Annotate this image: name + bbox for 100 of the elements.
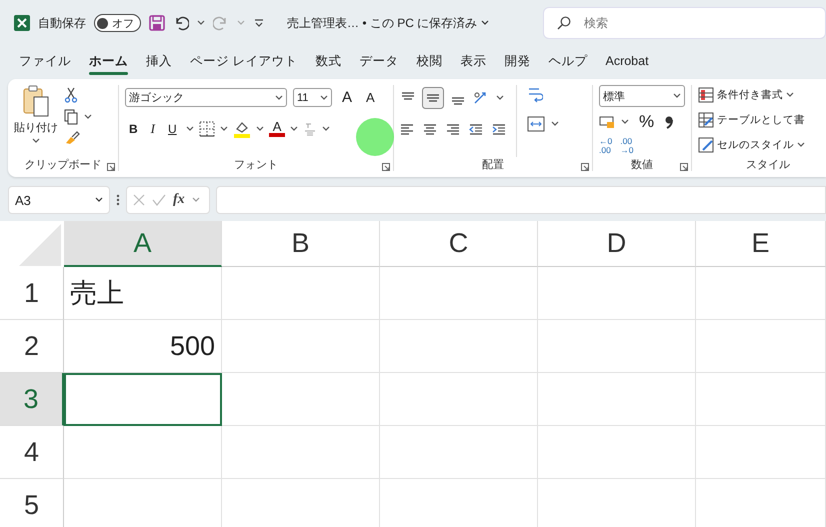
merge-center-icon[interactable]: [527, 116, 545, 132]
clipboard-icon[interactable]: [22, 85, 50, 117]
dialog-launcher-icon[interactable]: [382, 163, 390, 171]
caret-icon[interactable]: [95, 197, 103, 203]
table-cell[interactable]: [380, 479, 538, 527]
grow-font-button[interactable]: A: [338, 89, 356, 106]
increase-indent-icon[interactable]: [492, 122, 506, 136]
table-cell[interactable]: [222, 426, 380, 479]
dialog-launcher-icon[interactable]: [107, 163, 115, 171]
table-cell[interactable]: [538, 267, 696, 320]
document-title[interactable]: 売上管理表… • この PC に保存済み: [287, 14, 478, 32]
table-cell[interactable]: [538, 320, 696, 373]
caret-icon[interactable]: [32, 138, 40, 144]
caret-icon[interactable]: [320, 94, 328, 100]
customize-toolbar-icon[interactable]: [253, 17, 265, 29]
table-cell[interactable]: [696, 267, 826, 320]
table-cell[interactable]: [380, 320, 538, 373]
ribbon-tab[interactable]: ヘルプ: [539, 48, 596, 74]
fill-color-icon[interactable]: [232, 120, 251, 138]
caret-icon[interactable]: [197, 20, 205, 26]
caret-icon[interactable]: [256, 126, 264, 132]
underline-button[interactable]: U: [164, 122, 181, 136]
decrease-decimal-button[interactable]: .00 →0: [620, 137, 634, 155]
number-format-dropdown[interactable]: 標準: [599, 85, 685, 107]
decrease-indent-icon[interactable]: [469, 122, 483, 136]
dialog-launcher-icon[interactable]: [680, 163, 688, 171]
font-size-dropdown[interactable]: 11: [293, 88, 332, 107]
format-as-table-icon[interactable]: [698, 112, 714, 128]
save-icon[interactable]: [149, 15, 165, 31]
caret-icon[interactable]: [621, 119, 629, 125]
caret-icon[interactable]: [275, 94, 283, 100]
table-cell[interactable]: [222, 267, 380, 320]
table-cell[interactable]: [538, 426, 696, 479]
ribbon-tab[interactable]: 校閲: [407, 48, 452, 74]
column-header[interactable]: C: [380, 221, 538, 267]
row-header[interactable]: 4: [0, 426, 64, 479]
caret-icon[interactable]: [186, 126, 194, 132]
name-box[interactable]: A3: [8, 186, 110, 214]
copy-icon[interactable]: [64, 109, 78, 125]
table-cell[interactable]: [64, 426, 222, 479]
align-left-icon[interactable]: [400, 122, 414, 136]
style-menu-button[interactable]: 条件付き書式: [717, 88, 783, 102]
table-cell[interactable]: 500: [64, 320, 222, 373]
table-cell[interactable]: [696, 426, 826, 479]
align-right-icon[interactable]: [446, 122, 460, 136]
dialog-launcher-icon[interactable]: [581, 163, 589, 171]
table-cell[interactable]: [222, 320, 380, 373]
ribbon-tab[interactable]: 表示: [451, 48, 496, 74]
font-color-button[interactable]: A: [268, 120, 286, 137]
table-cell[interactable]: [380, 267, 538, 320]
table-cell[interactable]: [696, 373, 826, 426]
caret-icon[interactable]: [673, 93, 681, 99]
selected-cell[interactable]: [64, 373, 222, 426]
comma-style-icon[interactable]: [664, 115, 674, 129]
column-header[interactable]: E: [696, 221, 826, 267]
row-header[interactable]: 2: [0, 320, 64, 373]
more-options-icon[interactable]: [116, 194, 120, 206]
table-cell[interactable]: [222, 373, 380, 426]
caret-icon[interactable]: [220, 126, 228, 132]
table-cell[interactable]: [222, 479, 380, 527]
table-cell[interactable]: [64, 479, 222, 527]
column-header[interactable]: A: [64, 221, 222, 267]
italic-button[interactable]: I: [146, 120, 160, 136]
caret-icon[interactable]: [290, 126, 298, 132]
table-cell[interactable]: [696, 320, 826, 373]
caret-icon[interactable]: [551, 120, 559, 126]
style-menu-button[interactable]: セルのスタイル: [717, 138, 794, 152]
cell-styles-icon[interactable]: [698, 137, 714, 153]
search-field[interactable]: 検索: [543, 7, 826, 39]
scissors-icon[interactable]: [64, 87, 78, 103]
increase-decimal-button[interactable]: ←0 .00: [599, 137, 612, 155]
caret-icon[interactable]: [786, 92, 794, 98]
autosave-toggle[interactable]: オフ: [94, 14, 141, 32]
table-cell[interactable]: [380, 426, 538, 479]
row-header[interactable]: 3: [0, 373, 64, 426]
ribbon-tab[interactable]: ページ レイアウト: [181, 48, 306, 74]
percent-button[interactable]: %: [635, 112, 658, 132]
ribbon-tab[interactable]: 数式: [306, 48, 350, 74]
ribbon-tab[interactable]: ファイル: [10, 48, 80, 74]
table-cell[interactable]: [538, 479, 696, 527]
table-cell[interactable]: 売上: [64, 267, 222, 320]
bold-button[interactable]: B: [125, 122, 142, 136]
caret-icon[interactable]: [496, 94, 504, 100]
borders-icon[interactable]: [198, 120, 215, 136]
font-name-dropdown[interactable]: 游ゴシック: [125, 88, 287, 107]
shrink-font-button[interactable]: A: [362, 90, 379, 105]
ribbon-tab[interactable]: ホーム: [80, 48, 137, 74]
caret-icon[interactable]: [322, 126, 330, 132]
insert-function-button[interactable]: fx: [173, 192, 185, 208]
paintbrush-icon[interactable]: [64, 131, 80, 145]
table-cell[interactable]: [696, 479, 826, 527]
conditional-formatting-icon[interactable]: [698, 87, 714, 103]
paste-button[interactable]: 貼り付け: [14, 120, 58, 135]
currency-format-icon[interactable]: [599, 115, 615, 129]
ribbon-tab[interactable]: Acrobat: [596, 50, 658, 72]
formula-input[interactable]: [216, 186, 826, 214]
caret-icon[interactable]: [84, 114, 92, 120]
column-header[interactable]: D: [538, 221, 696, 267]
ribbon-tab[interactable]: データ: [350, 48, 408, 74]
table-cell[interactable]: [380, 373, 538, 426]
